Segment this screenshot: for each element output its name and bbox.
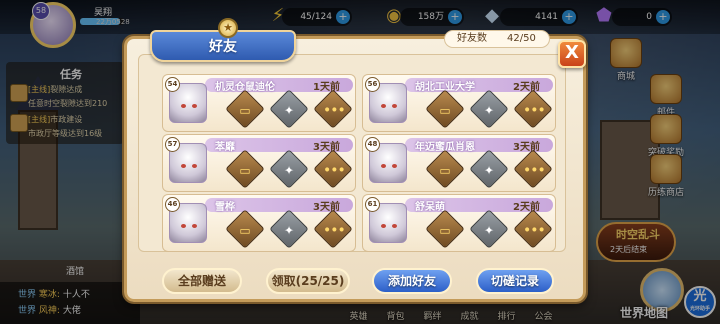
- friend-count-label: 好友数: [457, 33, 487, 44]
- friend-name: 舒呆萌: [415, 202, 445, 213]
- friend-card[interactable]: 61 舒呆萌 2天前 ▭ ✦ •••: [362, 194, 556, 252]
- claim-button[interactable]: 领取(25/25): [266, 268, 350, 294]
- friend-level-badge: 46: [165, 197, 180, 212]
- chat-icon: ▭: [239, 163, 251, 178]
- more-icon: •••: [323, 102, 345, 119]
- gift-button[interactable]: ✦: [469, 209, 509, 249]
- friend-name: 雪桦: [215, 202, 235, 213]
- chat-button[interactable]: ▭: [425, 149, 465, 189]
- gift-icon: ✦: [483, 223, 495, 238]
- friend-last-online: 2天前: [513, 202, 540, 213]
- friend-level-badge: 57: [165, 137, 180, 152]
- chat-icon: ▭: [239, 223, 251, 238]
- dialog-title: 好友: [209, 39, 237, 55]
- more-button[interactable]: •••: [513, 89, 553, 129]
- friend-card[interactable]: 48 年迈蜜瓜肖恩 3天前 ▭ ✦ •••: [362, 134, 556, 192]
- friend-level-badge: 48: [365, 137, 380, 152]
- chat-icon: ▭: [439, 103, 451, 118]
- chat-button[interactable]: ▭: [225, 149, 265, 189]
- gift-button[interactable]: ✦: [269, 209, 309, 249]
- more-icon: •••: [523, 162, 545, 179]
- friend-last-online: 3天前: [313, 202, 340, 213]
- spar-log-button[interactable]: 切磋记录: [476, 268, 554, 294]
- gift-all-button[interactable]: 全部赠送: [162, 268, 242, 294]
- chat-button[interactable]: ▭: [425, 89, 465, 129]
- friend-last-online: 1天前: [313, 82, 340, 93]
- more-button[interactable]: •••: [513, 209, 553, 249]
- gift-icon: ✦: [283, 163, 295, 178]
- star-icon: ★: [218, 18, 238, 38]
- gift-icon: ✦: [283, 223, 295, 238]
- gift-icon: ✦: [483, 103, 495, 118]
- friend-card[interactable]: 46 雪桦 3天前 ▭ ✦ •••: [162, 194, 356, 252]
- gift-button[interactable]: ✦: [469, 89, 509, 129]
- chat-button[interactable]: ▭: [225, 209, 265, 249]
- gift-button[interactable]: ✦: [269, 89, 309, 129]
- gift-icon: ✦: [283, 103, 295, 118]
- more-icon: •••: [323, 222, 345, 239]
- chat-button[interactable]: ▭: [425, 209, 465, 249]
- chat-icon: ▭: [239, 103, 251, 118]
- more-icon: •••: [323, 162, 345, 179]
- more-button[interactable]: •••: [313, 209, 353, 249]
- chat-icon: ▭: [439, 223, 451, 238]
- friend-card[interactable]: 54 机灵仓鼠迪伦 1天前 ▭ ✦ •••: [162, 74, 356, 132]
- friend-last-online: 3天前: [313, 142, 340, 153]
- friend-card[interactable]: 56 胡北工业大学 2天前 ▭ ✦ •••: [362, 74, 556, 132]
- friend-level-badge: 54: [165, 77, 180, 92]
- more-button[interactable]: •••: [313, 149, 353, 189]
- friend-name: 苯靡: [215, 142, 235, 153]
- friend-count-value: 42/50: [507, 33, 536, 44]
- chat-icon: ▭: [439, 163, 451, 178]
- more-icon: •••: [523, 102, 545, 119]
- chat-button[interactable]: ▭: [225, 89, 265, 129]
- more-button[interactable]: •••: [313, 89, 353, 129]
- gift-button[interactable]: ✦: [269, 149, 309, 189]
- friend-level-badge: 61: [365, 197, 380, 212]
- close-button[interactable]: X: [558, 40, 586, 68]
- friend-last-online: 2天前: [513, 82, 540, 93]
- gift-icon: ✦: [483, 163, 495, 178]
- add-friend-button[interactable]: 添加好友: [372, 268, 452, 294]
- friend-last-online: 3天前: [513, 142, 540, 153]
- more-button[interactable]: •••: [513, 149, 553, 189]
- more-icon: •••: [523, 222, 545, 239]
- friend-card[interactable]: 57 苯靡 3天前 ▭ ✦ •••: [162, 134, 356, 192]
- friend-level-badge: 56: [365, 77, 380, 92]
- friend-count: 好友数 42/50: [444, 30, 550, 48]
- gift-button[interactable]: ✦: [469, 149, 509, 189]
